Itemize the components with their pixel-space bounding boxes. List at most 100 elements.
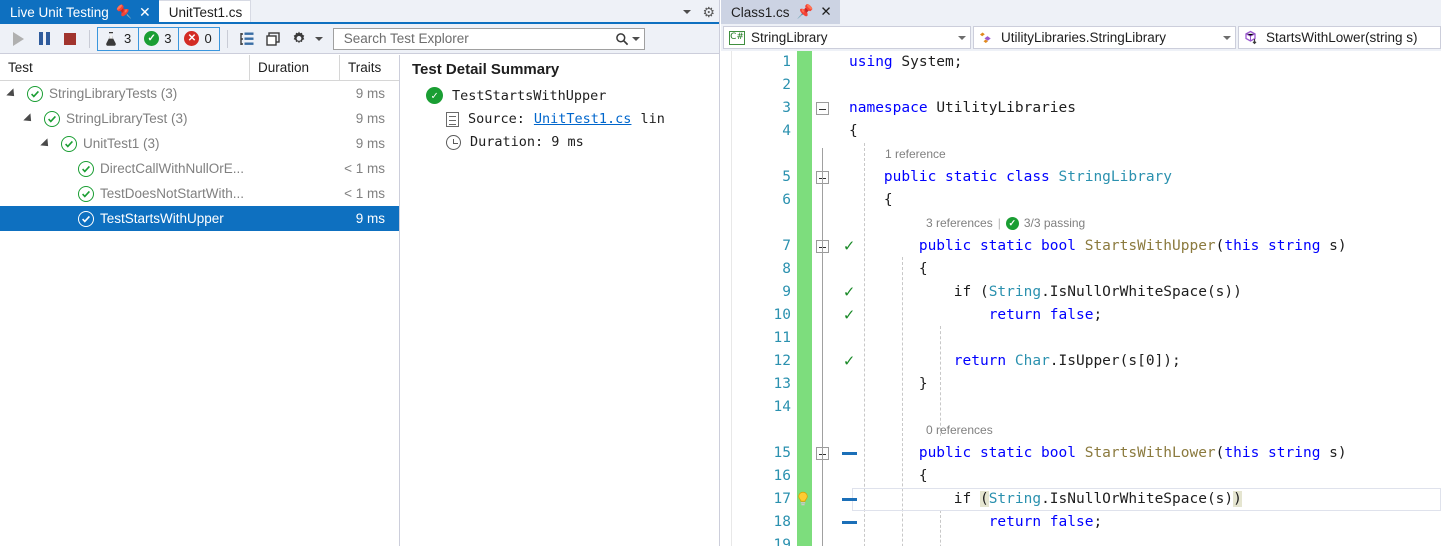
close-icon[interactable]: ✕ (820, 4, 831, 20)
check-circle-icon: ✓ (144, 31, 160, 46)
test-tree-row[interactable]: StringLibraryTest (3) 9 ms (0, 106, 399, 131)
code-line[interactable]: 4{ (721, 120, 1441, 143)
chevron-down-icon[interactable] (958, 35, 966, 40)
expander-icon[interactable] (39, 137, 55, 150)
code-line[interactable]: 9 ✓ if (String.IsNullOrWhiteSpace(s)) (721, 281, 1441, 304)
gear-icon[interactable] (287, 27, 311, 51)
stop-icon[interactable] (58, 27, 82, 51)
navbar-type-dropdown[interactable]: UtilityLibraries.StringLibrary (973, 26, 1236, 49)
code-line[interactable]: 14 (721, 396, 1441, 419)
code-token: public static class (883, 169, 1059, 185)
code-line[interactable]: 18 return false; (721, 511, 1441, 534)
test-explorer-tabstrip: Live Unit Testing 📌 ✕ UnitTest1.cs ⚙ (0, 0, 719, 24)
code-line-text (849, 534, 1441, 546)
pin-icon[interactable]: 📌 (797, 4, 814, 20)
code-line-text (849, 327, 1441, 350)
code-editor-surface[interactable]: 1 using System; 2 3 namespace UtilityLibrari… (721, 51, 1441, 546)
search-box[interactable] (332, 27, 645, 50)
code-line[interactable]: 11 (721, 327, 1441, 350)
line-number: 16 (773, 468, 791, 484)
code-line[interactable]: 1 using System; (721, 51, 1441, 74)
test-tree-row[interactable]: TestStartsWithUpper 9 ms (0, 206, 399, 231)
test-passed-icon (61, 135, 77, 152)
search-input[interactable] (341, 30, 615, 47)
expander-icon[interactable] (5, 87, 21, 100)
code-token: { (849, 192, 893, 208)
code-line-text: return false; (849, 511, 1441, 534)
navbar-member-dropdown[interactable]: StartsWithLower(string s) (1238, 26, 1441, 49)
pause-icon[interactable] (32, 27, 56, 51)
passed-tests-counter[interactable]: ✓ 3 (139, 27, 180, 50)
expander-icon[interactable] (22, 112, 38, 125)
line-number: 1 (782, 54, 791, 70)
line-number: 13 (773, 376, 791, 392)
test-tree-row-duration: < 1 ms (344, 186, 385, 201)
navbar-member-label: StartsWithLower(string s) (1266, 30, 1418, 45)
pin-icon[interactable]: 📌 (116, 4, 132, 20)
check-circle-icon: ✓ (1005, 217, 1019, 230)
window-layout-icon[interactable] (261, 27, 285, 51)
code-line[interactable]: 10 ✓ return false; (721, 304, 1441, 327)
code-line[interactable]: 2 (721, 74, 1441, 97)
chevron-down-icon[interactable] (683, 10, 692, 14)
test-detail-pane: Test Detail Summary ✓ TestStartsWithUppe… (400, 55, 719, 546)
code-line[interactable]: 8 { (721, 258, 1441, 281)
test-tree-row[interactable]: UnitTest1 (3) 9 ms (0, 131, 399, 156)
code-line[interactable]: 16 { (721, 465, 1441, 488)
chevron-down-icon[interactable] (1223, 35, 1231, 40)
tab-live-unit-testing[interactable]: Live Unit Testing 📌 ✕ (0, 0, 159, 24)
total-tests-counter[interactable]: 3 (98, 27, 140, 50)
test-tree-row-duration: 9 ms (355, 136, 385, 151)
column-header-duration[interactable]: Duration (250, 55, 340, 80)
code-token: UtilityLibraries (936, 100, 1076, 116)
codelens-content[interactable]: 1 reference (885, 143, 946, 166)
navbar-project-label: StringLibrary (751, 30, 828, 45)
codelens-content[interactable]: 0 references (926, 419, 993, 442)
code-token: { (849, 123, 858, 139)
codelens-references[interactable]: 1 reference (885, 143, 946, 166)
code-line[interactable]: 7 ✓ public static bool StartsWithUpper(th… (721, 235, 1441, 258)
code-line[interactable]: 15 public static bool StartsWithLower(th… (721, 442, 1441, 465)
chevron-expanded-icon (6, 87, 18, 100)
code-line[interactable]: 19 (721, 534, 1441, 546)
gear-icon[interactable]: ⚙ (702, 4, 715, 21)
code-line[interactable]: 12 ✓ return Char.IsUpper(s[0]); (721, 350, 1441, 373)
line-number: 5 (782, 169, 791, 185)
code-line[interactable]: 5 public static class StringLibrary (721, 166, 1441, 189)
tab-class1-cs[interactable]: Class1.cs 📌 ✕ (721, 0, 840, 24)
search-chevron-down-icon[interactable] (631, 36, 640, 41)
test-detail-source-link[interactable]: UnitTest1.cs (534, 111, 632, 127)
failed-tests-counter[interactable]: ✕ 0 (179, 28, 218, 50)
run-icon[interactable] (6, 27, 30, 51)
codelens-content[interactable]: 3 references | ✓ 3/3 passing (926, 212, 1085, 235)
codelens-references[interactable]: 0 references (926, 419, 993, 442)
code-line[interactable]: 6 { (721, 189, 1441, 212)
code-token: { (849, 261, 928, 277)
test-tree-row[interactable]: DirectCallWithNullOrE... < 1 ms (0, 156, 399, 181)
code-line-text: { (849, 120, 1441, 143)
code-token: } (849, 376, 928, 392)
gear-chevron-down-icon[interactable] (314, 36, 323, 41)
passed-tests-value: 3 (164, 31, 172, 46)
lightbulb-icon[interactable] (795, 491, 811, 507)
navbar-project-dropdown[interactable]: C# StringLibrary (723, 26, 971, 49)
code-line[interactable]: 3 namespace UtilityLibraries (721, 97, 1441, 120)
codelens-passing[interactable]: 3/3 passing (1024, 212, 1085, 235)
code-line-text (849, 396, 1441, 419)
code-line-text: namespace UtilityLibraries (849, 97, 1441, 120)
code-line[interactable]: 17 if (String.IsNullOrWhiteSpace(s)) (721, 488, 1441, 511)
code-token: return false (988, 307, 1094, 323)
codelens-references[interactable]: 3 references (926, 212, 993, 235)
code-line[interactable]: 13 } (721, 373, 1441, 396)
document-icon (446, 111, 459, 127)
column-header-traits[interactable]: Traits (340, 55, 399, 80)
group-by-icon[interactable] (235, 27, 259, 51)
test-tree-row[interactable]: TestDoesNotStartWith... < 1 ms (0, 181, 399, 206)
search-icon[interactable] (615, 32, 629, 46)
code-token: StringLibrary (1058, 169, 1173, 185)
test-tree-row[interactable]: StringLibraryTests (3) 9 ms (0, 81, 399, 106)
close-icon[interactable]: ✕ (139, 4, 151, 21)
column-header-test[interactable]: Test (0, 55, 250, 80)
tab-unittest1-cs[interactable]: UnitTest1.cs (158, 0, 252, 24)
